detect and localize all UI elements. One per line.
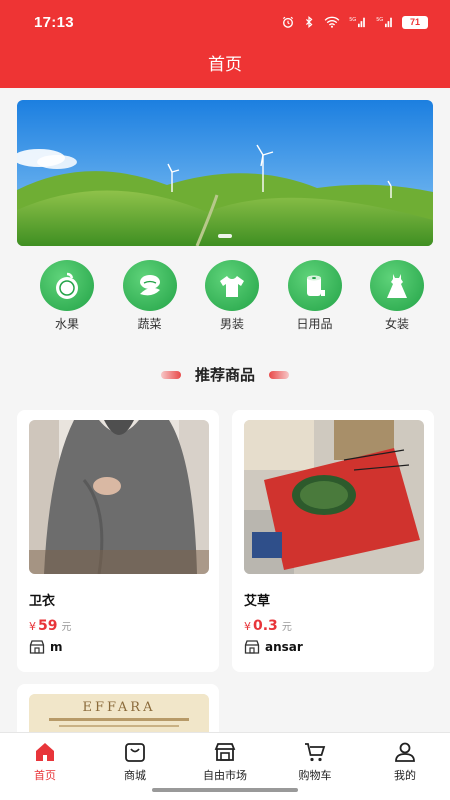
product-name: 卫衣 bbox=[29, 594, 56, 609]
banner-dots bbox=[17, 234, 433, 238]
svg-text:5G: 5G bbox=[349, 17, 356, 23]
tissue-roll-icon bbox=[287, 260, 342, 311]
shop-icon bbox=[244, 640, 260, 654]
category-label: 蔬菜 bbox=[137, 317, 162, 331]
signal-5g-icon-2: 5G bbox=[376, 17, 392, 28]
cart-icon bbox=[305, 743, 326, 762]
category-label: 女装 bbox=[384, 317, 409, 331]
recommend-section-title: 推荐商品 bbox=[0, 364, 450, 385]
product-shop[interactable]: ansar bbox=[244, 640, 303, 654]
status-time: 17:13 bbox=[34, 13, 74, 31]
battery-indicator: 71 bbox=[402, 15, 428, 29]
app-header: 17:13 5G 5G 71 首页 bbox=[0, 0, 450, 88]
product-name: 艾草 bbox=[244, 594, 271, 609]
category-label: 日用品 bbox=[296, 317, 333, 331]
image-brand-text: EFFARA bbox=[83, 700, 156, 715]
product-image-mugwort bbox=[244, 420, 424, 574]
category-row: 水果 蔬菜 男装 日用品 女装 bbox=[0, 260, 450, 332]
shop-name: m bbox=[50, 640, 63, 654]
page-title: 首页 bbox=[208, 55, 242, 75]
banner-image bbox=[17, 100, 433, 246]
tab-label: 商城 bbox=[124, 769, 146, 782]
status-bar: 17:13 5G 5G 71 bbox=[0, 0, 450, 44]
tab-profile[interactable]: 我的 bbox=[360, 733, 450, 800]
recommend-title: 推荐商品 bbox=[194, 366, 255, 384]
price-unit: 元 bbox=[281, 622, 292, 633]
shop-name: ansar bbox=[265, 640, 303, 654]
user-icon bbox=[395, 742, 415, 762]
home-icon bbox=[36, 743, 54, 761]
title-decoration-right bbox=[269, 370, 289, 379]
category-vegetable[interactable]: 蔬菜 bbox=[119, 260, 181, 332]
product-image-hoodie bbox=[29, 420, 209, 574]
status-icons: 5G 5G 71 bbox=[281, 15, 428, 29]
signal-5g-icon: 5G bbox=[349, 17, 365, 28]
banner-dot[interactable] bbox=[218, 234, 232, 238]
product-card[interactable]: 艾草 ¥ 0.3 元 ansar bbox=[232, 410, 434, 672]
category-label: 男装 bbox=[219, 317, 244, 331]
price-currency: ¥ bbox=[29, 620, 36, 633]
category-fruit[interactable]: 水果 bbox=[36, 260, 98, 332]
product-price: ¥ 59 元 bbox=[29, 618, 71, 634]
product-card[interactable]: 卫衣 ¥ 59 元 m bbox=[17, 410, 219, 672]
wifi-icon bbox=[324, 16, 340, 28]
price-unit: 元 bbox=[61, 622, 72, 633]
tab-label: 自由市场 bbox=[203, 769, 247, 782]
category-label: 水果 bbox=[54, 317, 79, 331]
shop-icon bbox=[29, 640, 45, 654]
price-value: 59 bbox=[38, 618, 58, 634]
vegetable-icon bbox=[122, 260, 177, 311]
home-indicator[interactable] bbox=[152, 788, 298, 792]
tab-home[interactable]: 首页 bbox=[0, 733, 90, 800]
dress-icon bbox=[370, 260, 424, 311]
shopping-bag-icon bbox=[125, 743, 145, 762]
bluetooth-icon bbox=[306, 16, 313, 28]
tab-label: 我的 bbox=[394, 769, 416, 782]
product-price: ¥ 0.3 元 bbox=[244, 618, 292, 634]
price-currency: ¥ bbox=[244, 620, 251, 633]
tab-label: 首页 bbox=[34, 769, 56, 782]
alarm-icon bbox=[282, 16, 294, 28]
market-icon bbox=[214, 743, 236, 761]
shirt-icon bbox=[205, 260, 259, 311]
category-womenswear[interactable]: 女装 bbox=[366, 260, 428, 332]
category-daily-goods[interactable]: 日用品 bbox=[284, 260, 346, 332]
svg-text:5G: 5G bbox=[376, 17, 383, 23]
tab-label: 购物车 bbox=[298, 769, 332, 782]
product-shop[interactable]: m bbox=[29, 640, 63, 654]
title-decoration-left bbox=[160, 370, 181, 379]
banner-carousel[interactable] bbox=[17, 100, 433, 246]
price-value: 0.3 bbox=[253, 618, 278, 634]
category-menswear[interactable]: 男装 bbox=[201, 260, 263, 332]
fruit-icon bbox=[40, 260, 94, 311]
